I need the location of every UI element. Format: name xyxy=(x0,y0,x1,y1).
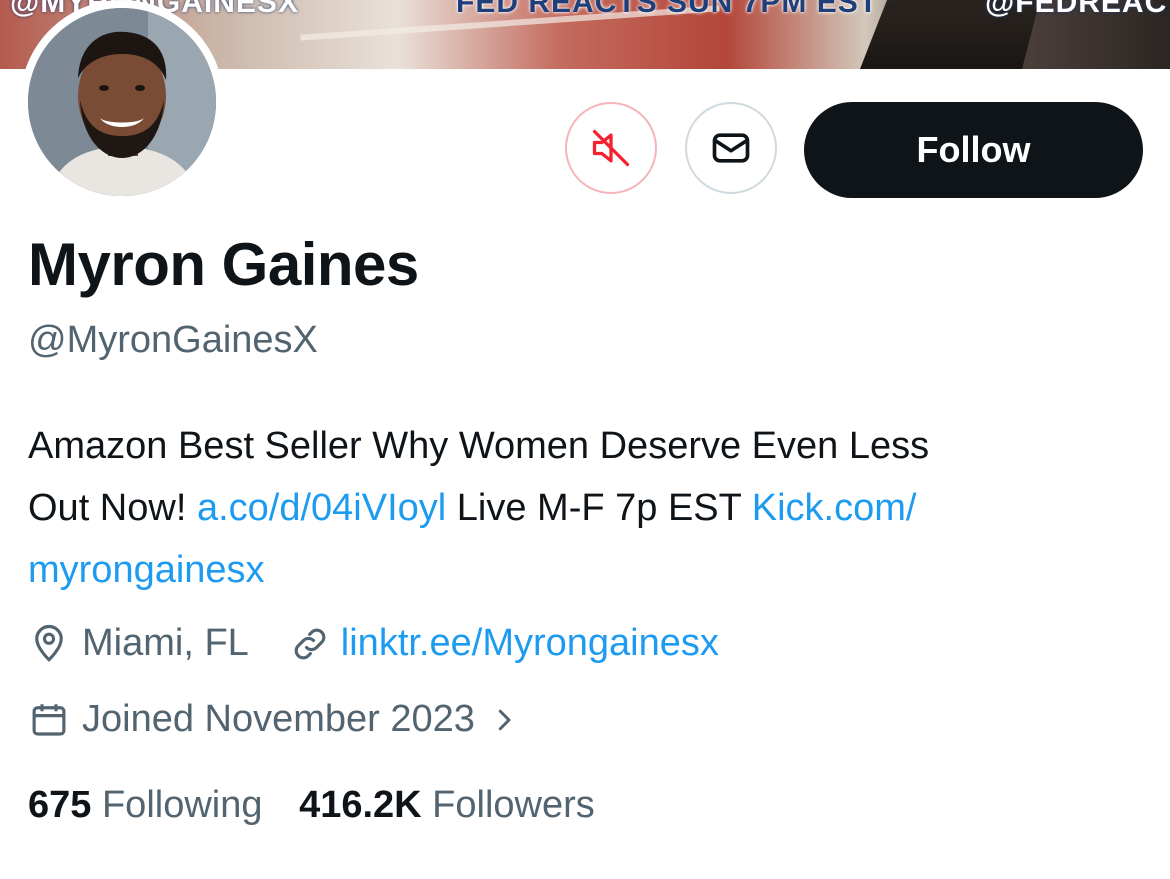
followers-count: 416.2K xyxy=(299,784,422,826)
avatar-photo xyxy=(28,8,216,196)
profile-name: Myron Gaines xyxy=(28,231,419,298)
banner-right-text: @FEDREACTS xyxy=(985,0,1170,19)
calendar-icon xyxy=(32,703,66,736)
followers-label: Followers xyxy=(432,784,595,826)
followers-stat[interactable]: 416.2K Followers xyxy=(299,784,595,826)
chevron-right-icon xyxy=(498,709,511,730)
link-icon xyxy=(294,628,326,659)
bio-out-now: Out Now! xyxy=(28,487,197,529)
profile-bio: Amazon Best Seller Why Women Deserve Eve… xyxy=(28,415,1138,601)
profile-location: Miami, FL xyxy=(82,622,249,664)
banner-mid-text: FED REACTS SUN 7PM EST xyxy=(456,0,879,19)
profile-website-link[interactable]: linktr.ee/Myrongainesx xyxy=(341,622,719,665)
profile-stats: 675 Following 416.2K Followers xyxy=(28,784,595,827)
mute-button[interactable] xyxy=(565,102,657,194)
profile-meta-location-row: Miami, FL linktr.ee/Myrongainesx xyxy=(28,622,719,665)
following-count: 675 xyxy=(28,784,92,826)
profile-joined-date: Joined November 2023 xyxy=(82,698,475,740)
bio-line-1: Amazon Best Seller Why Women Deserve Eve… xyxy=(28,425,930,467)
location-pin-icon xyxy=(35,624,63,662)
bio-amazon-link[interactable]: a.co/d/04iVIoyl xyxy=(197,487,446,529)
muted-speaker-icon xyxy=(592,129,630,167)
follow-button[interactable]: Follow xyxy=(804,102,1143,198)
avatar[interactable] xyxy=(20,0,224,204)
following-label: Following xyxy=(101,784,263,826)
following-stat[interactable]: 675 Following xyxy=(28,784,263,826)
profile-joined-row[interactable]: Joined November 2023 xyxy=(28,698,519,741)
bio-live-text: Live M-F 7p EST xyxy=(446,487,752,529)
envelope-icon xyxy=(712,133,750,163)
message-button[interactable] xyxy=(685,102,777,194)
profile-handle: @MyronGainesX xyxy=(28,319,318,361)
